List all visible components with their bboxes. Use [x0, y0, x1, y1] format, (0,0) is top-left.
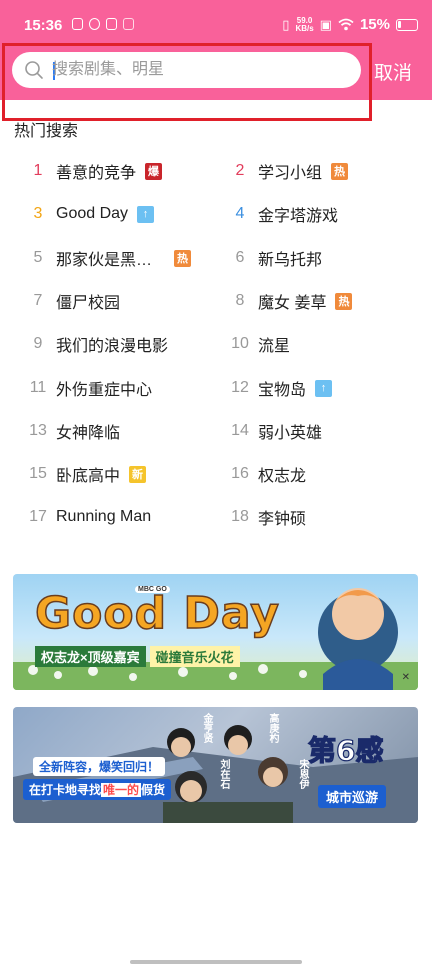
hot-search-item[interactable]: 4 金字塔游戏: [224, 199, 338, 229]
hot-search-item[interactable]: 2 学习小组热: [224, 156, 349, 186]
hot-search-rank: 7: [33, 292, 43, 309]
show-logo: 第6感: [307, 733, 384, 767]
notification-icon: [72, 18, 83, 30]
hot-search-item[interactable]: 8 魔女 姜草热: [224, 286, 353, 316]
hot-search-item[interactable]: 12 宝物岛 ↑: [224, 373, 333, 403]
search-highlight-frame: [2, 43, 372, 121]
hot-badge: 热: [335, 292, 353, 310]
hot-search-item[interactable]: 16 权志龙: [224, 459, 306, 489]
hot-search-text: 外伤重症中心: [56, 382, 153, 399]
close-icon[interactable]: ✕: [402, 672, 410, 683]
hot-search-item[interactable]: 11 外伤重症中心: [22, 373, 152, 403]
status-time: 15:36: [24, 17, 63, 34]
hot-search-rank: 12: [231, 379, 249, 396]
app-notification-icon: [106, 18, 117, 30]
banner-subline: 在打卡地寻找 唯一的 假货: [23, 779, 172, 800]
hot-search-text: 新乌托邦: [258, 252, 323, 269]
header-bar: 15:36 ▯ 59.0 KB/s ▣ 15% 搜索剧集、明星 取消: [0, 0, 432, 121]
vibrate-icon: ▯: [282, 16, 290, 32]
hot-search-text: 僵尸校园: [56, 295, 121, 312]
hot-search-item[interactable]: 9 我们的浪漫电影: [22, 329, 168, 359]
sim-icon: ▣: [319, 16, 332, 32]
hot-search-item[interactable]: 15 卧底高中新: [22, 459, 147, 489]
hot-search-item[interactable]: 17 Running Man: [22, 502, 151, 532]
hot-search-rank: 10: [231, 335, 249, 352]
hot-badge: 新: [129, 465, 147, 483]
trending-up-icon: ↑: [315, 379, 333, 397]
hot-search-text: 权志龙: [258, 468, 307, 485]
status-bar: 15:36 ▯ 59.0 KB/s ▣ 15%: [0, 0, 432, 48]
cancel-button[interactable]: 取消: [374, 58, 412, 85]
hot-search-text: 流星: [258, 338, 291, 355]
cast-name: 高庚杓: [267, 713, 278, 743]
cast-name: 刘在石: [218, 759, 229, 789]
status-right-icons: ▯ 59.0 KB/s ▣ 15%: [282, 16, 418, 33]
hot-search-rank: 18: [231, 508, 249, 525]
hot-search-text: 卧底高中: [56, 468, 121, 485]
hot-search-rank: 5: [33, 249, 43, 266]
banner-good-day[interactable]: MBC GO Good Day 权志龙×顶级嘉宾 碰撞音乐火花 ✕: [13, 574, 418, 690]
hot-search-rank: 14: [231, 422, 249, 439]
notification-icons: [72, 18, 134, 30]
wifi-icon: [338, 18, 354, 31]
hot-search-item[interactable]: 14 弱小英雄: [224, 416, 322, 446]
hot-search-text: 弱小英雄: [258, 425, 323, 442]
hot-search-item[interactable]: 1 善意的竞争爆: [22, 156, 163, 186]
hot-search-text: 善意的竞争: [56, 165, 137, 182]
hot-search-rank: 4: [235, 205, 245, 222]
hot-search-rank: 11: [29, 379, 47, 396]
network-speed: 59.0 KB/s: [295, 16, 314, 33]
hot-search-item[interactable]: 18 李钟硕: [224, 502, 306, 532]
hot-search-item[interactable]: 7 僵尸校园: [22, 286, 120, 316]
show-subtitle: 城市巡游: [318, 785, 387, 808]
hot-badge: 热: [174, 249, 192, 267]
hot-search-text: Running Man: [56, 508, 152, 525]
hot-search-rank: 8: [235, 292, 245, 309]
hot-search-rank: 13: [29, 422, 47, 439]
banner-subline-b: 唯一的: [101, 783, 142, 797]
hot-search-rank: 15: [29, 465, 47, 482]
network-speed-unit: KB/s: [295, 23, 314, 33]
hot-search-text: 那家伙是黑…: [56, 252, 153, 269]
hot-search-text: 宝物岛: [258, 382, 307, 399]
hot-search-item[interactable]: 10 流星: [224, 329, 290, 359]
hot-search-text: 李钟硕: [258, 511, 307, 528]
cast-name: 金亨贤: [201, 713, 212, 743]
hot-search-rank: 16: [231, 465, 249, 482]
hot-search-rank: 6: [235, 249, 245, 266]
hot-search-item[interactable]: 13 女神降临: [22, 416, 120, 446]
app-notification-icon: [123, 18, 134, 30]
banner-sixth-sense[interactable]: 全新阵容，爆笑回归！ 在打卡地寻找 唯一的 假货 金亨贤 刘在石 高庚杓 宋恩伊 第…: [13, 707, 418, 823]
banner-tagline: 权志龙×顶级嘉宾 碰撞音乐火花: [35, 646, 240, 667]
hot-search-rank: 3: [33, 205, 43, 222]
banner-subline-c: 假货: [141, 783, 166, 797]
hot-search-item[interactable]: 6 新乌托邦: [224, 243, 322, 273]
hot-search-title: 热门搜索: [14, 123, 79, 140]
app-notification-icon: [89, 18, 100, 30]
hot-search-rank: 9: [33, 335, 43, 352]
hot-search-text: Good Day: [56, 205, 129, 222]
hot-search-rank: 2: [235, 162, 245, 179]
battery-icon: [396, 18, 418, 31]
banner-title: Good Day: [34, 587, 280, 640]
hot-search-text: 我们的浪漫电影: [56, 338, 169, 355]
hot-badge: 爆: [145, 162, 163, 180]
hot-search-rank: 1: [33, 162, 43, 179]
banner-headline: 全新阵容，爆笑回归！: [33, 757, 166, 776]
hot-search-item[interactable]: 5 那家伙是黑… 热: [22, 243, 192, 273]
hot-search-text: 学习小组: [258, 165, 323, 182]
battery-percent: 15%: [359, 16, 390, 33]
trending-up-icon: ↑: [137, 205, 155, 223]
home-indicator[interactable]: [130, 960, 302, 964]
hot-search-text: 金字塔游戏: [258, 208, 339, 225]
hot-search-rank: 17: [29, 508, 47, 525]
banner-tagline-right: 碰撞音乐火花: [149, 646, 240, 667]
hot-search-text: 女神降临: [56, 425, 121, 442]
hot-search-item[interactable]: 3 Good Day ↑: [22, 199, 155, 229]
banner-tagline-left: 权志龙×顶级嘉宾: [35, 646, 146, 667]
hot-search-text: 魔女 姜草: [258, 295, 327, 312]
banner-subline-a: 在打卡地寻找: [29, 783, 102, 797]
hot-badge: 热: [331, 162, 349, 180]
